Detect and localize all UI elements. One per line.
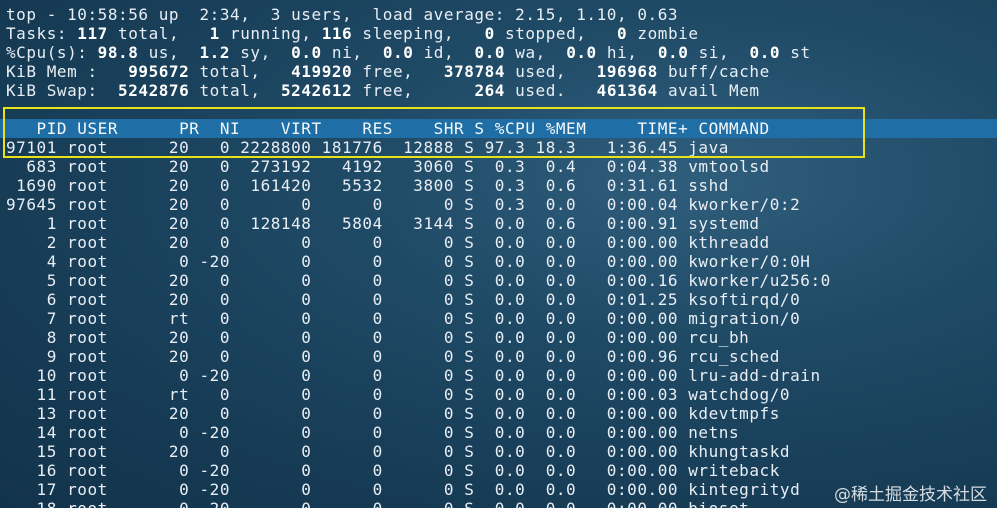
process-row: 6 root 20 0 0 0 0 S 0.0 0.0 0:01.25 ksof… (6, 290, 801, 309)
process-table-body: 97101 root 20 0 2228800 181776 12888 S 9… (6, 138, 997, 508)
process-row: 1 root 20 0 128148 5804 3144 S 0.0 0.6 0… (6, 214, 760, 233)
process-table-header: PID USER PR NI VIRT RES SHR S %CPU %MEM … (0, 119, 997, 138)
process-row: 97101 root 20 0 2228800 181776 12888 S 9… (6, 138, 729, 157)
process-row: 8 root 20 0 0 0 0 S 0.0 0.0 0:00.00 rcu_… (6, 328, 750, 347)
summary-tasks-line: Tasks: 117 total, 1 running, 116 sleepin… (6, 24, 699, 43)
process-row: 2 root 20 0 0 0 0 S 0.0 0.0 0:00.00 kthr… (6, 233, 770, 252)
process-row: 11 root rt 0 0 0 0 S 0.0 0.0 0:00.03 wat… (6, 385, 791, 404)
process-row: 14 root 0 -20 0 0 0 S 0.0 0.0 0:00.00 ne… (6, 423, 740, 442)
process-row: 683 root 20 0 273192 4192 3060 S 0.3 0.4… (6, 157, 770, 176)
watermark: @稀土掘金技术社区 (834, 480, 987, 505)
process-row: 5 root 20 0 0 0 0 S 0.0 0.0 0:00.16 kwor… (6, 271, 831, 290)
process-row: 16 root 0 -20 0 0 0 S 0.0 0.0 0:00.00 wr… (6, 461, 780, 480)
watermark-text: @稀土掘金技术社区 (834, 485, 987, 505)
process-row: 1690 root 20 0 161420 5532 3800 S 0.3 0.… (6, 176, 729, 195)
terminal-screen: top - 10:58:56 up 2:34, 3 users, load av… (0, 5, 997, 508)
process-row: 7 root rt 0 0 0 0 S 0.0 0.0 0:00.00 migr… (6, 309, 801, 328)
summary-cpu-line: %Cpu(s): 98.8 us, 1.2 sy, 0.0 ni, 0.0 id… (6, 43, 811, 62)
summary-swap-line: KiB Swap: 5242876 total, 5242612 free, 2… (6, 81, 760, 100)
process-row: 10 root 0 -20 0 0 0 S 0.0 0.0 0:00.00 lr… (6, 366, 821, 385)
process-row: 97645 root 20 0 0 0 0 S 0.3 0.0 0:00.04 … (6, 195, 801, 214)
summary-uptime-line: top - 10:58:56 up 2:34, 3 users, load av… (6, 5, 679, 24)
process-row: 4 root 0 -20 0 0 0 S 0.0 0.0 0:00.00 kwo… (6, 252, 811, 271)
summary-mem-line: KiB Mem : 995672 total, 419920 free, 378… (6, 62, 770, 81)
process-row: 9 root 20 0 0 0 0 S 0.0 0.0 0:00.96 rcu_… (6, 347, 780, 366)
process-row: 15 root 20 0 0 0 0 S 0.0 0.0 0:00.00 khu… (6, 442, 791, 461)
process-row: 13 root 20 0 0 0 0 S 0.0 0.0 0:00.00 kde… (6, 404, 780, 423)
